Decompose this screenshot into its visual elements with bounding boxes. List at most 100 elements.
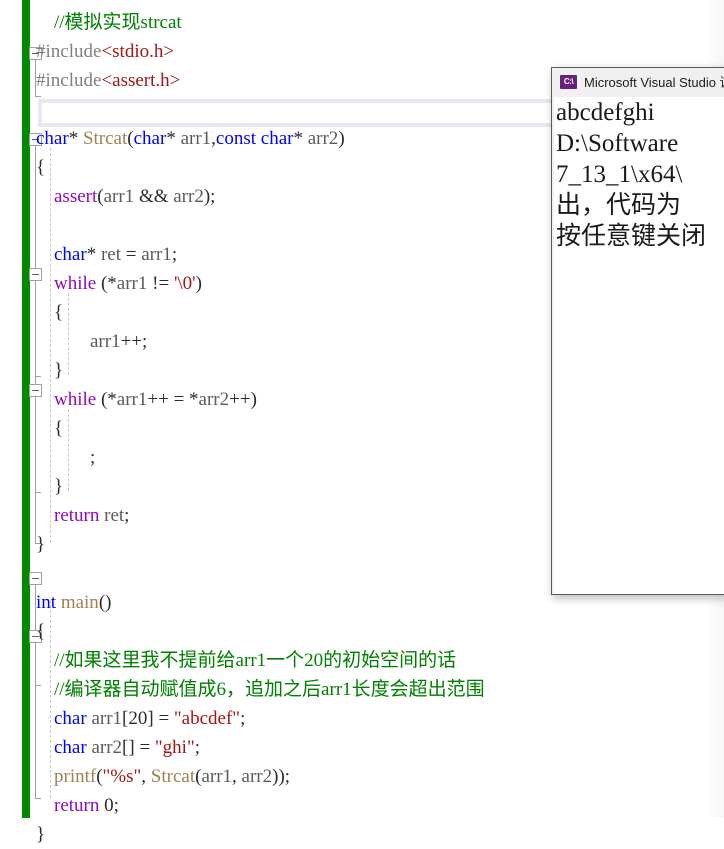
code-token: && <box>134 186 174 207</box>
code-line[interactable]: while (*arr1 != '\0') <box>0 269 202 298</box>
code-token: arr1 <box>180 128 212 149</box>
code-token: } <box>54 360 64 381</box>
code-token: { <box>36 621 46 642</box>
code-line[interactable]: #include<assert.h> <box>0 66 180 95</box>
code-token: ); <box>203 186 216 207</box>
console-output-text: abcdefghi D:\Software 7_13_1\x64\ 出，代码为 按任意键… <box>554 97 724 594</box>
code-token: ; <box>90 447 96 468</box>
code-line[interactable]: { <box>0 414 63 443</box>
code-token: ret <box>100 244 121 265</box>
code-token: ++ = * <box>147 389 199 410</box>
code-line[interactable]: while (*arr1++ = *arr2++) <box>0 385 257 414</box>
code-token: int <box>36 592 57 613</box>
console-line: D:\Software <box>556 130 679 157</box>
code-line[interactable]: } <box>0 530 45 559</box>
code-line[interactable]: ; <box>0 443 95 472</box>
code-token: char <box>260 128 294 149</box>
code-token: "abcdef" <box>173 708 241 729</box>
code-token: * <box>166 128 181 149</box>
code-line[interactable]: return ret; <box>0 501 129 530</box>
code-token: char <box>133 128 167 149</box>
code-token: ret <box>104 505 125 526</box>
code-token: (* <box>96 273 117 294</box>
console-title-bar[interactable]: C:\ Microsoft Visual Studio 调 <box>552 68 724 95</box>
code-token: char <box>54 737 87 758</box>
code-token: arr2 <box>173 186 204 207</box>
code-token: while <box>54 389 97 410</box>
code-token: ++; <box>120 331 148 352</box>
code-token: arr1 <box>91 708 123 729</box>
code-line[interactable]: { <box>0 153 45 182</box>
code-token: //模拟实现strcat <box>54 12 182 33</box>
code-line[interactable]: char arr1[20] = "abcdef"; <box>0 704 245 733</box>
code-line[interactable]: char* ret = arr1; <box>0 240 177 269</box>
code-token: 0 <box>104 795 114 816</box>
code-token: arr2 <box>241 766 273 787</box>
console-line: 7_13_1\x64\ <box>556 161 683 188</box>
code-token: ; <box>171 244 178 265</box>
code-line[interactable]: return 0; <box>0 791 119 820</box>
code-line[interactable]: arr1++; <box>0 327 147 356</box>
code-line[interactable]: //模拟实现strcat <box>0 8 182 37</box>
code-token: main <box>60 592 99 613</box>
code-token: //编译器自动赋值成6，追加之后arr1长度会超出范围 <box>54 679 485 700</box>
console-line: abcdefghi <box>556 99 655 126</box>
code-token: = <box>121 244 142 265</box>
code-token: * <box>86 244 101 265</box>
code-line[interactable]: //如果这里我不提前给arr1一个20的初始空间的话 <box>0 646 456 675</box>
code-line[interactable]: //编译器自动赋值成6，追加之后arr1长度会超出范围 <box>0 675 485 704</box>
code-token: Strcat <box>150 766 196 787</box>
code-token: <stdio.h> <box>101 41 175 62</box>
code-token: } <box>54 476 64 497</box>
code-token: "ghi" <box>154 737 195 758</box>
code-line[interactable] <box>0 559 36 588</box>
code-token: arr1 <box>116 273 148 294</box>
code-line[interactable]: #include<stdio.h> <box>0 37 174 66</box>
code-token: , <box>232 766 242 787</box>
code-line[interactable] <box>0 211 54 240</box>
code-token: arr2 <box>307 128 339 149</box>
code-token: ++) <box>229 389 257 410</box>
console-line: 按任意键关闭 <box>556 223 707 250</box>
code-line[interactable]: } <box>0 472 63 501</box>
code-line[interactable]: assert(arr1 && arr2); <box>0 182 215 211</box>
code-token: * <box>293 128 308 149</box>
code-token: arr2 <box>91 737 123 758</box>
code-token: () <box>98 592 112 613</box>
code-line[interactable] <box>0 95 36 124</box>
console-icon-label: C:\ <box>563 76 574 86</box>
code-token: '\0' <box>173 273 196 294</box>
code-token: return <box>54 505 100 526</box>
code-token: * <box>68 128 83 149</box>
code-token: arr1 <box>90 331 121 352</box>
code-token: ; <box>194 737 200 758</box>
code-token: const <box>215 128 257 149</box>
code-token: { <box>36 157 46 178</box>
code-line[interactable]: printf("%s", Strcat(arr1, arr2)); <box>0 762 290 791</box>
code-token: return <box>54 795 100 816</box>
code-token: arr1 <box>141 244 172 265</box>
code-line[interactable]: { <box>0 298 63 327</box>
code-token: [] = <box>122 737 155 758</box>
code-token: assert <box>54 186 98 207</box>
code-token: <assert.h> <box>101 70 181 91</box>
code-token: ; <box>124 505 130 526</box>
console-window-icon: C:\ <box>560 74 577 89</box>
code-line[interactable]: } <box>0 356 63 385</box>
code-token: )); <box>272 766 291 787</box>
code-token: while <box>54 273 97 294</box>
code-token: #include <box>36 41 102 62</box>
console-window-title: Microsoft Visual Studio 调 <box>584 75 724 90</box>
code-line[interactable]: int main() <box>0 588 111 617</box>
code-line[interactable]: char* Strcat(char* arr1,const char* arr2… <box>0 124 345 153</box>
code-token: } <box>36 824 46 845</box>
code-line[interactable]: } <box>0 820 45 849</box>
code-line[interactable]: char arr2[] = "ghi"; <box>0 733 200 762</box>
code-line[interactable]: { <box>0 617 45 646</box>
code-token: printf <box>54 766 97 787</box>
code-token: char <box>36 128 69 149</box>
code-token: arr2 <box>198 389 230 410</box>
console-output-window[interactable]: C:\ Microsoft Visual Studio 调 abcdefghi D… <box>551 67 724 595</box>
code-token: } <box>36 534 46 555</box>
code-token: ; <box>240 708 246 729</box>
